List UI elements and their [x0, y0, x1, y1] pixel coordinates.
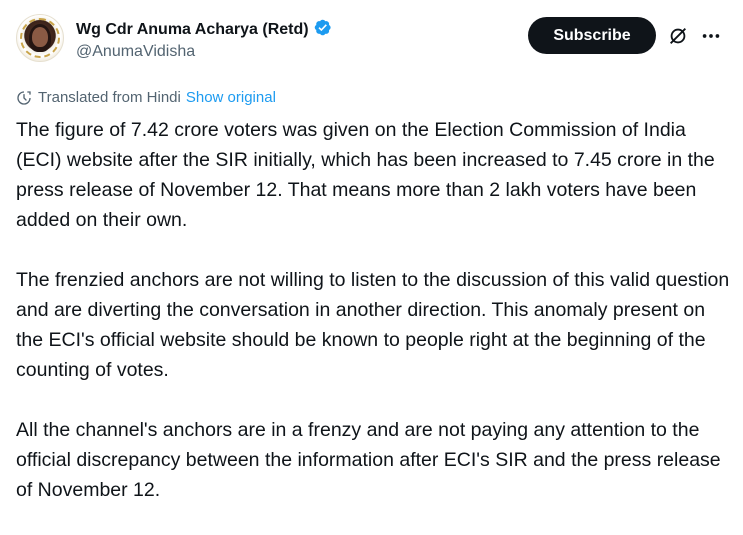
author-name-row[interactable]: Wg Cdr Anuma Acharya (Retd): [76, 18, 332, 39]
tweet-header: Wg Cdr Anuma Acharya (Retd) @AnumaVidish…: [16, 12, 727, 68]
author-display-name[interactable]: Wg Cdr Anuma Acharya (Retd): [76, 21, 309, 38]
avatar[interactable]: [16, 14, 64, 62]
translation-notice: Translated from Hindi Show original: [16, 89, 276, 106]
show-original-link[interactable]: Show original: [186, 89, 276, 106]
translate-icon: [17, 90, 31, 105]
grok-icon[interactable]: [667, 25, 689, 47]
avatar-face: [32, 27, 48, 47]
subscribe-button[interactable]: Subscribe: [528, 17, 656, 54]
tweet-paragraph: The frenzied anchors are not willing to …: [16, 269, 730, 381]
more-icon[interactable]: [700, 25, 722, 47]
author-handle[interactable]: @AnumaVidisha: [76, 43, 195, 61]
tweet-text: The figure of 7.42 crore voters was give…: [16, 115, 731, 535]
tweet-paragraph: The figure of 7.42 crore voters was give…: [16, 119, 715, 231]
verified-badge-icon[interactable]: [313, 18, 332, 37]
tweet-paragraph: All the channel's anchors are in a frenz…: [16, 419, 721, 501]
translated-from-label: Translated from Hindi: [38, 89, 181, 106]
